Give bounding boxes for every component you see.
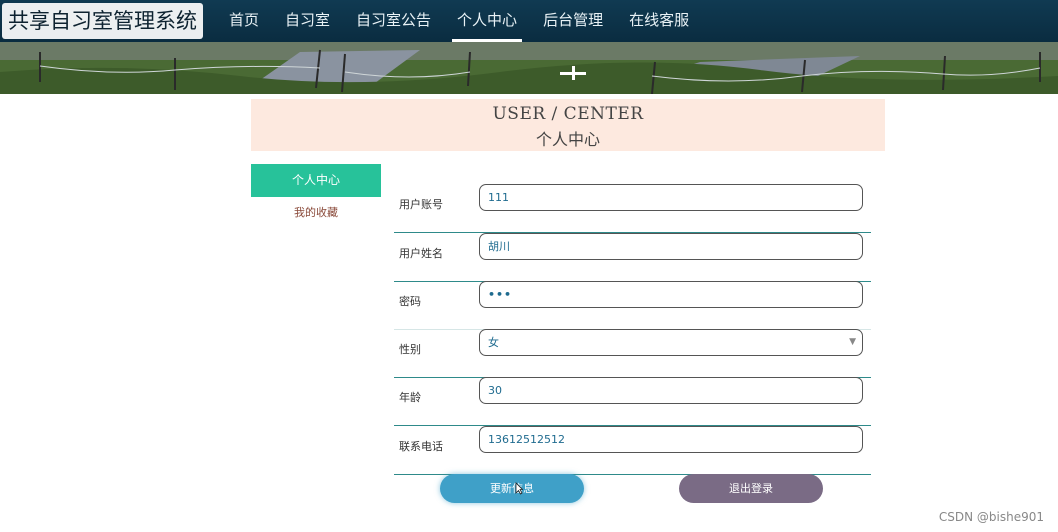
page-heading-cn: 个人中心	[535, 130, 600, 149]
chevron-down-icon: ▼	[849, 337, 856, 347]
age-label: 年龄	[399, 391, 421, 404]
update-info-button[interactable]: 更新信息	[440, 474, 584, 503]
age-input[interactable]: 30	[479, 377, 863, 404]
nav-item-announcements[interactable]: 自习室公告	[343, 0, 444, 42]
banner-image	[0, 42, 1058, 94]
sidebar-item-user-center[interactable]: 个人中心	[251, 164, 381, 197]
account-input[interactable]: 111	[479, 184, 863, 211]
form-row-phone: 联系电话 13612512512	[394, 426, 871, 475]
name-label: 用户姓名	[399, 247, 443, 260]
account-label: 用户账号	[399, 198, 443, 211]
site-title: 共享自习室管理系统	[2, 3, 203, 39]
form-row-password: 密码 •••	[394, 281, 871, 330]
nav-item-study-room[interactable]: 自习室	[272, 0, 343, 42]
nav-item-home[interactable]: 首页	[216, 0, 272, 42]
gender-select[interactable]: 女 ▼	[479, 329, 863, 356]
gender-selected-value: 女	[488, 336, 499, 349]
logout-button[interactable]: 退出登录	[679, 474, 823, 503]
banner-park-scene	[0, 42, 1058, 94]
main-nav: 首页 自习室 自习室公告 个人中心 后台管理 在线客服	[216, 0, 702, 42]
gender-label: 性别	[399, 343, 421, 356]
password-input[interactable]: •••	[479, 281, 863, 308]
form-row-name: 用户姓名 胡川	[394, 233, 871, 282]
password-label: 密码	[399, 295, 421, 308]
page-heading-card: USER / CENTER 个人中心	[251, 99, 885, 151]
phone-input[interactable]: 13612512512	[479, 426, 863, 453]
name-input[interactable]: 胡川	[479, 233, 863, 260]
page-heading-en: USER / CENTER	[492, 104, 644, 124]
form-row-age: 年龄 30	[394, 377, 871, 426]
mouse-cursor-icon	[515, 482, 523, 495]
form-row-gender: 性别 女 ▼	[394, 329, 871, 378]
nav-item-user-center[interactable]: 个人中心	[444, 0, 530, 42]
form-row-account: 用户账号 111	[394, 184, 871, 233]
nav-item-customer-service[interactable]: 在线客服	[616, 0, 702, 42]
phone-label: 联系电话	[399, 440, 443, 453]
watermark: CSDN @bishe901	[938, 510, 1044, 524]
nav-item-admin[interactable]: 后台管理	[530, 0, 616, 42]
top-nav-bar: 共享自习室管理系统 首页 自习室 自习室公告 个人中心 后台管理 在线客服	[0, 0, 1058, 42]
sidebar-item-favorites[interactable]: 我的收藏	[251, 203, 381, 223]
